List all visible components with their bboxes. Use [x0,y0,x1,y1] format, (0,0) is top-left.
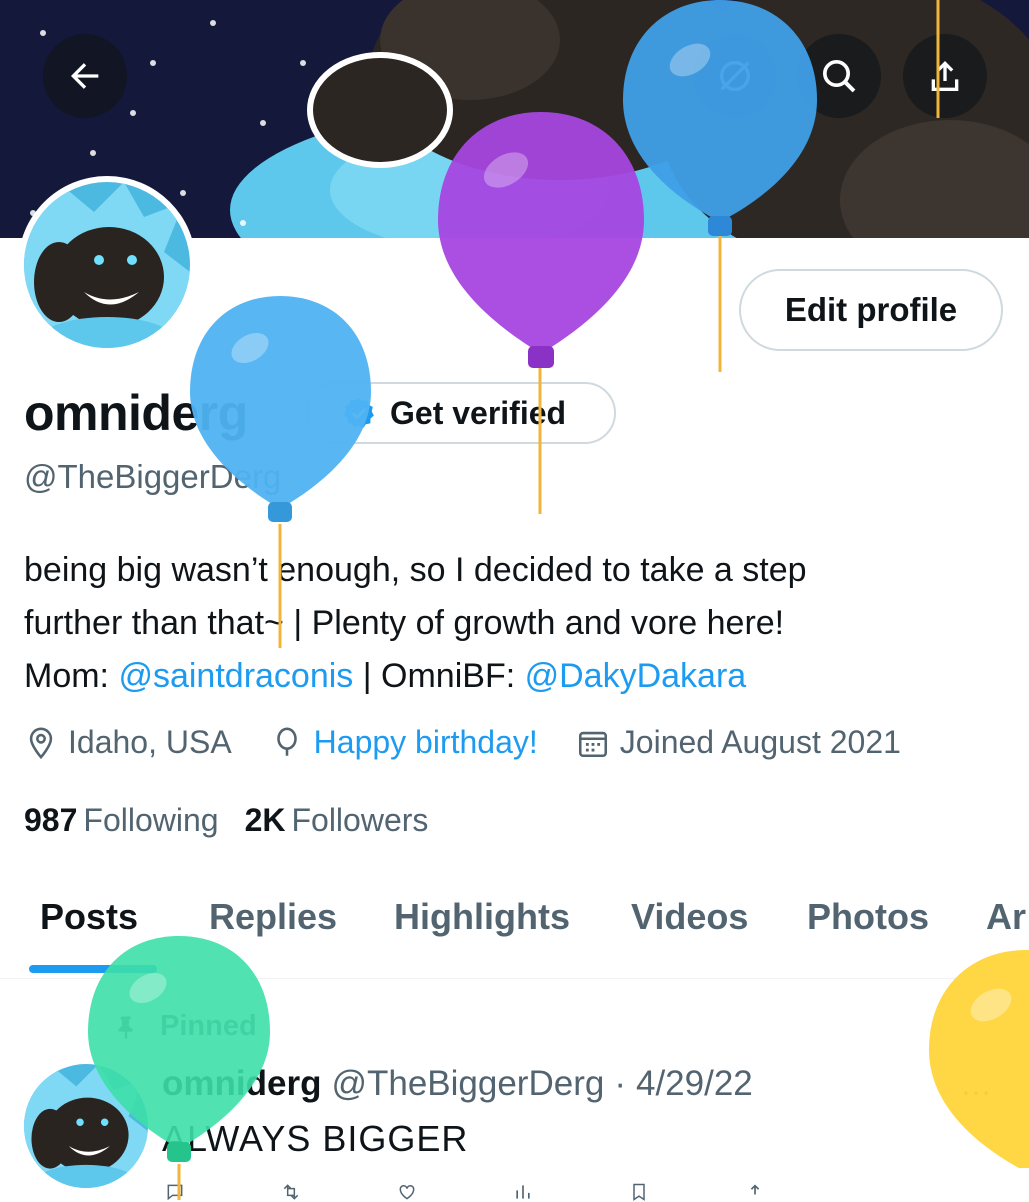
bio-separator: | OmniBF: [353,657,525,695]
followers-link[interactable]: 2K Followers [245,802,429,839]
repost-icon[interactable] [278,1182,304,1202]
bookmark-icon[interactable] [626,1182,652,1202]
edit-profile-button[interactable]: Edit profile [739,269,1003,351]
share-button[interactable] [903,34,987,118]
location-pin-icon [29,727,53,759]
tab-replies[interactable]: Replies [209,896,337,938]
following-label: Following [83,802,219,838]
bio-line-2: further than that~ | Plenty of growth an… [24,604,785,642]
share-icon [931,61,959,91]
joined-text: Joined August 2021 [619,724,901,760]
tab-highlights[interactable]: Highlights [394,896,570,938]
bio-line-1: being big wasn’t enough, so I decided to… [24,551,807,589]
pinned-text: Pinned [160,1010,257,1042]
post-header: omniderg @TheBiggerDerg · 4/29/22 [162,1064,753,1104]
profile-bio: being big wasn’t enough, so I decided to… [24,544,1014,703]
post-text: ALWAYS BIGGER [162,1118,469,1159]
hidden-button[interactable] [693,34,777,118]
post-dot: · [614,1064,626,1103]
active-tab-indicator [29,965,157,973]
post-author-handle[interactable]: @TheBiggerDerg [331,1064,604,1104]
back-button[interactable] [43,34,127,118]
balloon-icon [276,727,297,756]
eye-slash-icon [720,61,750,91]
profile-meta: Idaho, USA Happy birthday! Joined August… [24,724,939,761]
pinned-label: Pinned [112,1010,257,1043]
followers-label: Followers [291,802,429,838]
display-name: omniderg [24,385,248,441]
get-verified-button[interactable]: Get verified [306,382,616,444]
post-more-button[interactable]: … [960,1066,992,1103]
tab-posts[interactable]: Posts [40,896,138,938]
mention-link-mom[interactable]: @saintdraconis [118,657,353,695]
birthday-text[interactable]: Happy birthday! [314,724,538,761]
like-icon[interactable] [394,1182,420,1202]
tab-videos[interactable]: Videos [631,896,748,938]
views-icon[interactable] [510,1182,536,1202]
location-text: Idaho, USA [68,724,232,760]
search-icon [823,60,856,93]
post-avatar[interactable] [24,1064,148,1188]
profile-handle: @TheBiggerDerg [24,458,282,495]
avatar-image [24,182,190,348]
pin-icon [118,1016,133,1039]
following-link[interactable]: 987 Following [24,802,219,839]
tab-photos[interactable]: Photos [807,896,929,938]
reply-icon[interactable] [162,1182,188,1202]
post-author-name[interactable]: omniderg [162,1064,321,1104]
mention-link-bf[interactable]: @DakyDakara [525,657,747,695]
tab-articles[interactable]: Ar [986,896,1026,938]
arrow-left-icon [71,63,99,89]
joined-item: Joined August 2021 [576,724,901,761]
profile-avatar[interactable] [18,176,196,354]
post-avatar-image [24,1064,148,1188]
get-verified-label: Get verified [390,394,567,431]
verified-badge-icon [343,398,374,429]
follow-stats: 987 Following 2K Followers [24,802,428,839]
birthday-item[interactable]: Happy birthday! [270,724,538,761]
search-button[interactable] [797,34,881,118]
bio-mom-label: Mom: [24,657,119,695]
followers-count: 2K [244,802,286,838]
location-item: Idaho, USA [24,724,232,761]
share-post-icon[interactable] [742,1182,768,1202]
calendar-icon [578,731,607,757]
profile-tabs: Posts Replies Highlights Videos Photos A… [0,896,1029,979]
bio-line-3: Mom: @saintdraconis | OmniBF: @DakyDakar… [24,650,1014,703]
following-count: 987 [24,802,78,838]
post-date[interactable]: 4/29/22 [636,1064,753,1104]
post-actions [162,1182,768,1202]
